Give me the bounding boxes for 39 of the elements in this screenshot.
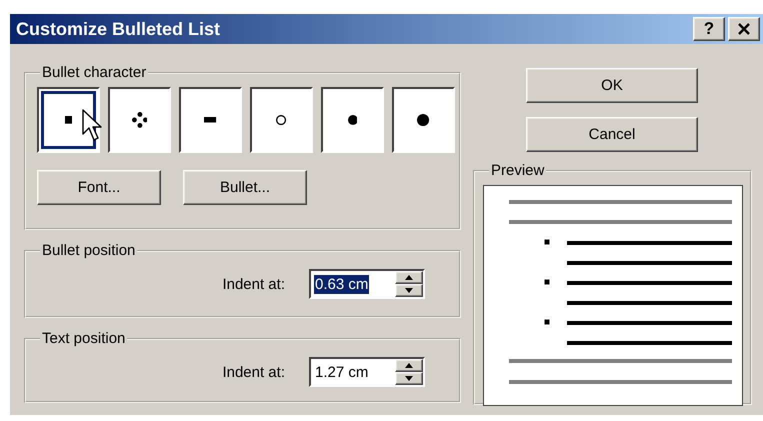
bullet-option[interactable] [179, 87, 242, 153]
help-button[interactable]: ? [693, 17, 725, 41]
spin-down-button[interactable] [395, 372, 423, 385]
spin-field[interactable]: 1.27 cm [309, 357, 425, 387]
close-icon [737, 22, 751, 36]
group-label: Bullet position [41, 242, 136, 259]
spin-up-button[interactable] [395, 359, 423, 372]
field-label: Indent at: [222, 276, 285, 292]
down-arrow-icon [405, 376, 413, 381]
field-value: 0.63 cm [314, 274, 370, 294]
dialog-button[interactable]: OK [526, 68, 698, 103]
bullet-option[interactable] [321, 87, 384, 153]
bullet-glyph-icon [417, 114, 430, 126]
field-label: Indent at: [222, 364, 285, 380]
bullet-option[interactable] [392, 87, 455, 153]
dialog-button[interactable]: Cancel [526, 117, 698, 152]
bullet-glyph-icon [348, 115, 358, 125]
group-label: Preview [490, 162, 546, 179]
group-label: Text position [41, 330, 126, 347]
field-value: 1.27 cm [314, 362, 370, 382]
spin-up-button[interactable] [395, 271, 423, 284]
close-button[interactable] [728, 17, 760, 41]
spin-field[interactable]: 0.63 cm [309, 269, 425, 299]
bullet-option[interactable] [108, 87, 171, 153]
bullet-option[interactable] [37, 87, 100, 153]
down-arrow-icon [405, 288, 413, 293]
mouse-pointer-icon [82, 109, 104, 143]
spin-down-button[interactable] [395, 284, 423, 297]
bullet-option[interactable] [250, 87, 313, 153]
up-arrow-icon [405, 363, 413, 368]
bullet-glyph-icon [64, 116, 72, 124]
window-title: Customize Bulleted List [16, 18, 222, 40]
dialog-button[interactable]: Bullet... [183, 170, 307, 205]
up-arrow-icon [405, 275, 413, 280]
bullet-glyph-icon [204, 117, 217, 123]
bullet-glyph-icon [132, 112, 148, 128]
bullet-glyph-icon [276, 114, 287, 126]
dialog-button[interactable]: Font... [37, 170, 161, 205]
group-label: Bullet character [41, 64, 148, 81]
